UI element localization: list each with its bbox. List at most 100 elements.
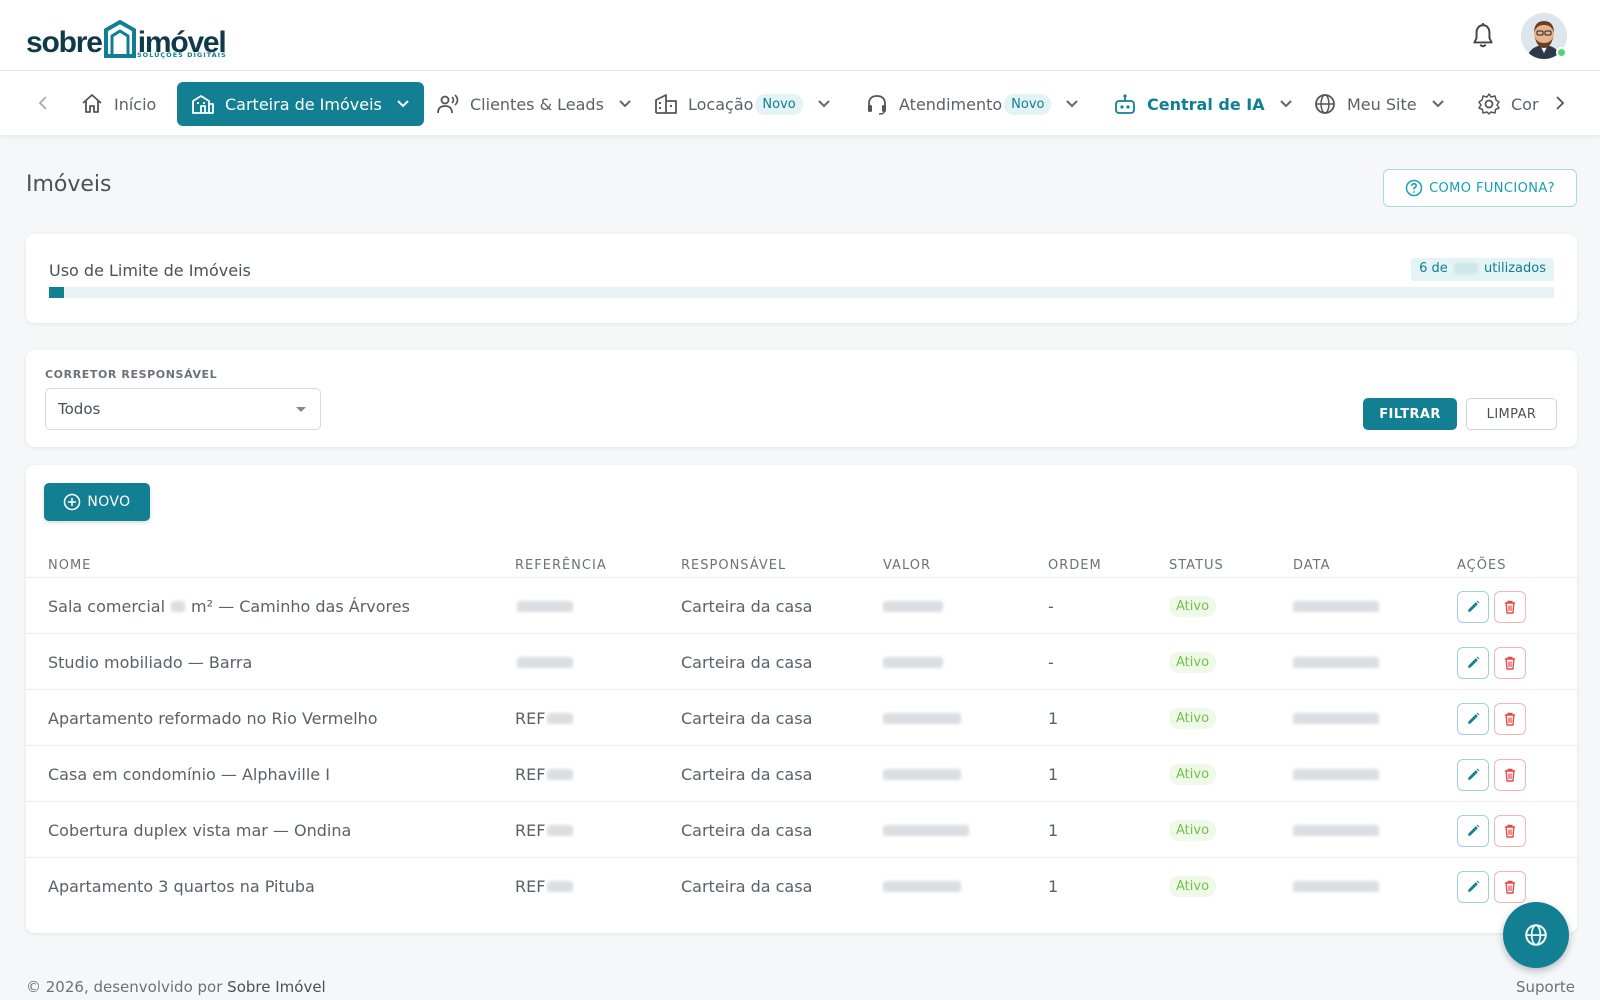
column-header-nome[interactable]: NOME	[48, 558, 91, 573]
redacted-value	[883, 881, 961, 892]
edit-button[interactable]	[1457, 759, 1489, 791]
bell-icon[interactable]	[1470, 22, 1496, 50]
usage-count-badge: 6 de utilizados	[1411, 258, 1554, 281]
reference-prefix: REF	[515, 877, 546, 896]
nav-item-label: Locação	[688, 94, 754, 114]
cell-status: Ativo	[1169, 802, 1217, 859]
clear-button[interactable]: LIMPAR	[1466, 398, 1557, 430]
support-chat-button[interactable]	[1503, 902, 1569, 968]
filter-button[interactable]: FILTRAR	[1363, 398, 1457, 430]
column-header-responsavel[interactable]: RESPONSÁVEL	[681, 558, 786, 573]
usage-progress-fill	[49, 287, 65, 298]
cell-value	[883, 690, 961, 747]
nav-item-config[interactable]: Cor	[1477, 82, 1539, 126]
footer-brand-link[interactable]: Sobre Imóvel	[227, 978, 326, 996]
home-icon	[82, 94, 102, 113]
chevron-down-icon	[1279, 100, 1292, 108]
cell-name[interactable]: Casa em condomínio — Alphaville I	[48, 746, 330, 803]
nav-item-locacao[interactable]: Locação Novo	[654, 82, 831, 126]
nav-scroll-left-icon[interactable]	[34, 93, 54, 113]
cell-date	[1293, 858, 1379, 915]
nav-item-label: Central de IA	[1147, 94, 1265, 114]
cell-order: -	[1048, 597, 1054, 616]
column-header-status[interactable]: STATUS	[1169, 558, 1224, 573]
table-row[interactable]: Apartamento reformado no Rio Vermelho RE…	[26, 689, 1577, 746]
property-name: Sala comercial	[48, 597, 166, 616]
cell-date	[1293, 690, 1379, 747]
pencil-icon	[1468, 824, 1480, 836]
responsible-select[interactable]: Todos	[45, 388, 321, 430]
edit-button[interactable]	[1457, 871, 1489, 903]
edit-button[interactable]	[1457, 703, 1489, 735]
cell-value	[883, 746, 961, 803]
footer-text: © 2026, desenvolvido por	[26, 978, 223, 996]
nav-item-carteira[interactable]: Carteira de Imóveis	[177, 82, 424, 126]
users-icon	[437, 94, 459, 114]
nav-item-central-ia[interactable]: Central de IA	[1113, 82, 1293, 126]
column-header-valor[interactable]: VALOR	[883, 558, 931, 573]
edit-button[interactable]	[1457, 815, 1489, 847]
cell-order: 1	[1048, 765, 1059, 784]
nav-item-meu-site[interactable]: Meu Site	[1313, 82, 1445, 126]
redacted-limit	[1453, 263, 1478, 274]
pencil-icon	[1468, 712, 1480, 724]
help-circle-icon	[1405, 179, 1423, 197]
redacted-date	[1293, 713, 1379, 724]
cell-name[interactable]: Cobertura duplex vista mar — Ondina	[48, 802, 351, 859]
robot-icon	[1115, 94, 1135, 114]
cell-date	[1293, 802, 1379, 859]
new-property-label: NOVO	[87, 494, 131, 510]
delete-button[interactable]	[1494, 871, 1526, 903]
chevron-down-icon	[818, 100, 830, 108]
column-header-data[interactable]: DATA	[1293, 558, 1331, 573]
usage-count-prefix: 6 de	[1419, 261, 1448, 276]
nav-item-atendimento[interactable]: Atendimento Novo	[865, 82, 1079, 126]
cell-date	[1293, 578, 1379, 635]
trash-icon	[1505, 656, 1515, 670]
cell-reference: REF	[515, 746, 574, 803]
column-header-acoes: AÇÕES	[1457, 558, 1507, 573]
table-row[interactable]: Cobertura duplex vista mar — Ondina REF …	[26, 801, 1577, 858]
cell-value	[883, 802, 969, 859]
cell-reference: REF	[515, 858, 574, 915]
cell-name[interactable]: Studio mobiliado — Barra	[48, 634, 252, 691]
logo-tagline: SOLUÇÕES DIGITAIS	[137, 51, 227, 59]
column-header-referencia[interactable]: REFERÊNCIA	[515, 558, 607, 573]
nav-item-label: Carteira de Imóveis	[225, 94, 382, 114]
how-it-works-button[interactable]: COMO FUNCIONA?	[1383, 169, 1577, 207]
delete-button[interactable]	[1494, 759, 1526, 791]
redacted-area	[171, 601, 186, 612]
column-header-ordem[interactable]: ORDEM	[1048, 558, 1102, 573]
delete-button[interactable]	[1494, 703, 1526, 735]
table-row[interactable]: Sala comercial m² — Caminho das Árvores C…	[26, 577, 1577, 634]
support-label[interactable]: Suporte	[1516, 978, 1575, 996]
cell-name[interactable]: Apartamento reformado no Rio Vermelho	[48, 690, 378, 747]
usage-limit-title: Uso de Limite de Imóveis	[49, 261, 251, 280]
cell-name[interactable]: Sala comercial m² — Caminho das Árvores	[48, 578, 410, 635]
nav-scroll-right-icon[interactable]	[1549, 93, 1569, 113]
edit-button[interactable]	[1457, 647, 1489, 679]
delete-button[interactable]	[1494, 591, 1526, 623]
cell-reference	[515, 578, 573, 635]
status-badge: Ativo	[1169, 708, 1217, 729]
brand-logo[interactable]: sobre imóvel SOLUÇÕES DIGITAIS	[26, 14, 227, 59]
cell-reference	[515, 634, 573, 691]
table-row[interactable]: Casa em condomínio — Alphaville I REF Ca…	[26, 745, 1577, 802]
delete-button[interactable]	[1494, 647, 1526, 679]
cell-name[interactable]: Apartamento 3 quartos na Pituba	[48, 858, 315, 915]
redacted-date	[1293, 769, 1379, 780]
cell-responsible: Carteira da casa	[681, 765, 813, 784]
nav-item-inicio[interactable]: Início	[80, 82, 156, 126]
table-row[interactable]: Apartamento 3 quartos na Pituba REF Cart…	[26, 857, 1577, 914]
nav-item-clientes[interactable]: Clientes & Leads	[436, 82, 632, 126]
nav-item-label: Atendimento	[899, 94, 1003, 114]
edit-button[interactable]	[1457, 591, 1489, 623]
cell-order: 1	[1048, 821, 1059, 840]
trash-icon	[1505, 880, 1515, 894]
table-row[interactable]: Studio mobiliado — Barra Carteira da cas…	[26, 633, 1577, 690]
delete-button[interactable]	[1494, 815, 1526, 847]
reference-prefix: REF	[515, 765, 546, 784]
status-badge: Ativo	[1169, 876, 1217, 897]
cell-status: Ativo	[1169, 634, 1217, 691]
new-property-button[interactable]: NOVO	[44, 483, 150, 521]
